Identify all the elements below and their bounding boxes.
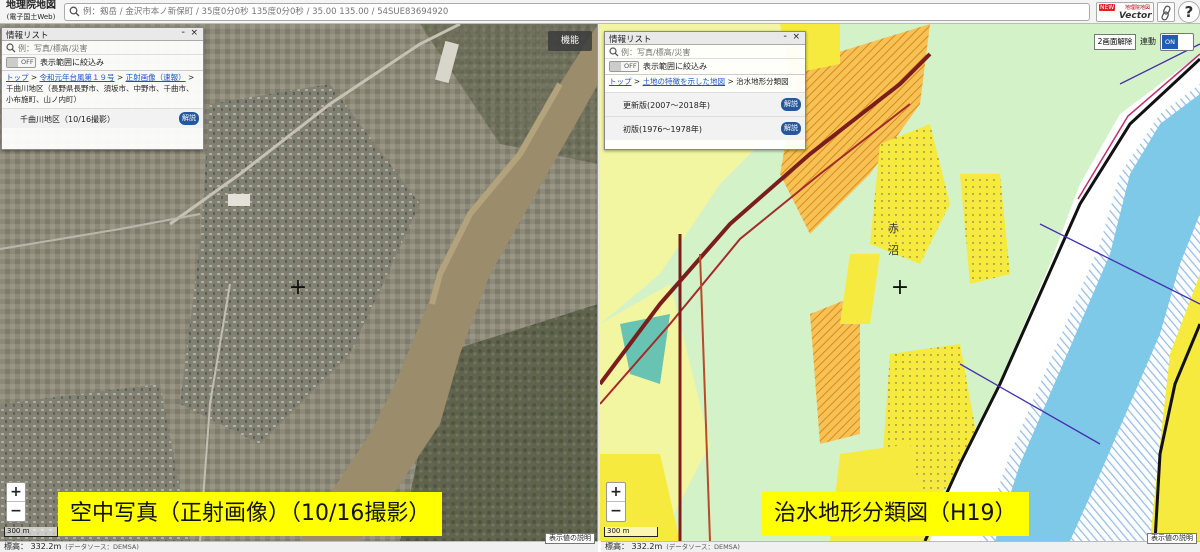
- share-button[interactable]: [1157, 2, 1175, 22]
- scale-bar: 300 m: [604, 527, 658, 537]
- right-map-pane[interactable]: 赤 沼 情報リスト - × OFF 表示範囲に絞込み トップ > 土地の特徴を示…: [600, 24, 1200, 541]
- toggle-state: OFF: [624, 62, 637, 70]
- layer-name: 更新版(2007～2018年): [623, 101, 710, 110]
- layer-name: 初版(1976～1978年): [623, 125, 702, 134]
- elevation-value: 標高： 332.2m: [605, 542, 663, 551]
- zoom-control: + −: [606, 482, 626, 522]
- help-button[interactable]: ?: [1178, 1, 1200, 23]
- breadcrumb: トップ > 令和元年台風第１９号 > 正射画像（速報） > 千曲川地区（長野県長…: [2, 70, 203, 106]
- info-list-header: 情報リスト - ×: [605, 31, 805, 45]
- close-button[interactable]: ×: [792, 32, 800, 42]
- value-description-button[interactable]: 表示値の説明: [545, 533, 595, 544]
- dual-screen-off-button[interactable]: 2画面解除: [1094, 34, 1136, 50]
- breadcrumb-typhoon[interactable]: 令和元年台風第１９号: [40, 73, 115, 82]
- minimize-button[interactable]: -: [181, 27, 185, 38]
- search-icon: [609, 47, 619, 57]
- breadcrumb-current: > 治水地形分類図: [727, 77, 789, 86]
- left-map-pane[interactable]: 情報リスト - × OFF 表示範囲に絞込み トップ > 令和元年台風第１９号 …: [0, 24, 598, 541]
- center-crosshair-icon: +: [288, 275, 308, 300]
- filter-row: OFF 表示範囲に絞込み: [605, 59, 805, 74]
- new-badge: NEW: [1099, 4, 1116, 11]
- toggle-knob: [610, 62, 621, 71]
- map-label-numa: 沼: [888, 243, 899, 257]
- right-caption: 治水地形分類図（H19）: [762, 492, 1029, 536]
- scale-bar: 300 m: [4, 527, 58, 537]
- explanation-button[interactable]: 解説: [781, 98, 801, 111]
- zoom-in-button[interactable]: +: [607, 483, 625, 502]
- left-status-bar: 標高： 332.2m (データソース：DEMSA) 表示値の説明: [0, 533, 598, 552]
- vector-label: Vector: [1119, 11, 1152, 21]
- layer-item[interactable]: 初版(1976～1978年) 解説: [605, 116, 805, 140]
- close-button[interactable]: ×: [190, 28, 198, 38]
- info-search-input[interactable]: [621, 46, 791, 58]
- sync-label: 連動: [1140, 37, 1156, 46]
- explanation-button[interactable]: 解説: [781, 122, 801, 135]
- elevation-value: 標高： 332.2m: [4, 542, 62, 551]
- breadcrumb-land-features[interactable]: 土地の特徴を示した地図: [643, 77, 726, 86]
- logo-title: 地理院地図: [6, 0, 56, 11]
- map-label-aka: 赤: [888, 222, 899, 235]
- logo-subtitle: (電子国土Web): [6, 13, 56, 21]
- info-list-panel: 情報リスト - × OFF 表示範囲に絞込み トップ > 令和元年台風第１９号 …: [1, 27, 204, 150]
- info-list-header: 情報リスト - ×: [2, 27, 203, 41]
- info-search: [2, 41, 203, 55]
- breadcrumb: トップ > 土地の特徴を示した地図 > 治水地形分類図: [605, 74, 805, 88]
- place-search: [64, 3, 1090, 21]
- info-search-input[interactable]: [18, 42, 188, 54]
- center-crosshair-icon: +: [890, 275, 910, 300]
- elevation-readout: 標高： 332.2m (データソース：DEMSA): [605, 542, 740, 552]
- toggle-state: OFF: [21, 58, 34, 66]
- layer-item[interactable]: 更新版(2007～2018年) 解説: [605, 92, 805, 116]
- info-list-title: 情報リスト: [609, 35, 652, 45]
- elevation-source: (データソース：DEMSA): [65, 543, 139, 551]
- layer-name: 千曲川地区（10/16撮影）: [20, 115, 116, 124]
- explanation-button[interactable]: 解説: [179, 112, 199, 125]
- layer-item[interactable]: 千曲川地区（10/16撮影） 解説: [2, 108, 203, 128]
- breadcrumb-top[interactable]: トップ: [6, 73, 29, 82]
- value-description-button[interactable]: 表示値の説明: [1147, 533, 1197, 544]
- search-icon: [6, 43, 16, 53]
- top-bar: 地理院地図 (電子国土Web) NEW 地理院地図 Vector ?: [0, 0, 1200, 24]
- zoom-out-button[interactable]: −: [7, 502, 25, 521]
- info-search: [605, 45, 805, 59]
- function-button[interactable]: 機能: [548, 31, 592, 51]
- filter-label: 表示範囲に絞込み: [643, 62, 707, 71]
- breadcrumb-orthophoto[interactable]: 正射画像（速報）: [126, 73, 186, 82]
- minimize-button[interactable]: -: [783, 31, 787, 42]
- info-list-title: 情報リスト: [6, 31, 49, 41]
- info-list-panel: 情報リスト - × OFF 表示範囲に絞込み トップ > 土地の特徴を示した地図…: [604, 31, 806, 150]
- vector-subtitle: 地理院地図: [1125, 5, 1151, 11]
- place-search-input[interactable]: [83, 5, 1083, 19]
- breadcrumb-top[interactable]: トップ: [609, 77, 632, 86]
- filter-row: OFF 表示範囲に絞込み: [2, 55, 203, 70]
- right-status-bar: 標高： 332.2m (データソース：DEMSA) 表示値の説明: [601, 533, 1200, 552]
- zoom-in-button[interactable]: +: [7, 483, 25, 502]
- app-logo[interactable]: 地理院地図 (電子国土Web): [2, 1, 60, 23]
- link-icon: [1161, 5, 1171, 21]
- sync-toggle[interactable]: ON: [1160, 33, 1194, 51]
- elevation-readout: 標高： 332.2m (データソース：DEMSA): [4, 542, 139, 552]
- sync-state: ON: [1162, 35, 1178, 49]
- vector-map-button[interactable]: NEW 地理院地図 Vector: [1096, 2, 1154, 22]
- zoom-control: + −: [6, 482, 26, 522]
- search-icon: [69, 6, 80, 17]
- filter-toggle[interactable]: OFF: [609, 61, 639, 72]
- toggle-knob: [7, 58, 18, 67]
- filter-toggle[interactable]: OFF: [6, 57, 36, 68]
- left-caption: 空中写真（正射画像）（10/16撮影）: [58, 492, 443, 536]
- zoom-out-button[interactable]: −: [607, 502, 625, 521]
- elevation-source: (データソース：DEMSA): [666, 543, 740, 551]
- filter-label: 表示範囲に絞込み: [40, 58, 104, 67]
